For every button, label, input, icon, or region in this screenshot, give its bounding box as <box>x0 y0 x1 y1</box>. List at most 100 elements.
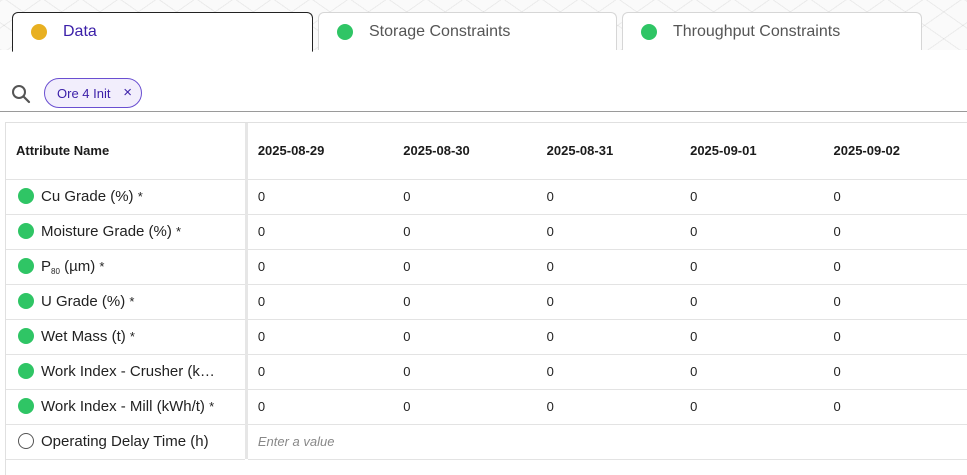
attribute-data-grid: Attribute Name 2025-08-29 2025-08-30 202… <box>5 122 967 475</box>
value-cell[interactable]: 0 <box>247 319 394 355</box>
value-cell[interactable]: 0 <box>393 319 537 355</box>
column-header-date[interactable]: 2025-08-29 <box>247 123 394 180</box>
attribute-name: Work Index - Crusher (k… <box>41 363 215 380</box>
value-cell[interactable]: 0 <box>536 249 681 285</box>
value-cell[interactable]: 0 <box>536 319 681 355</box>
value-cell[interactable]: 0 <box>247 179 394 215</box>
value-cell[interactable]: 0 <box>247 214 394 250</box>
status-empty-circle-icon <box>18 433 34 449</box>
attribute-name: U Grade (%) <box>41 293 126 310</box>
attribute-name: Work Index - Mill (kWh/t) <box>41 398 205 415</box>
tab-data[interactable]: Data <box>12 12 313 52</box>
value-cell[interactable]: 0 <box>680 249 824 285</box>
value-cell[interactable]: 0 <box>823 214 967 250</box>
required-marker: * <box>209 399 215 414</box>
value-cell[interactable]: 0 <box>680 319 824 355</box>
required-marker: * <box>137 189 143 204</box>
table-row: Work Index - Mill (kWh/t) * 0 0 0 0 0 <box>6 389 967 425</box>
value-cell[interactable] <box>536 424 681 460</box>
status-check-icon <box>18 223 34 239</box>
value-cell[interactable]: 0 <box>247 354 394 390</box>
value-cell[interactable]: 0 <box>823 249 967 285</box>
value-cell[interactable] <box>823 424 967 460</box>
tab-storage-constraints[interactable]: Storage Constraints <box>318 12 617 50</box>
value-cell[interactable]: 0 <box>536 284 681 320</box>
attribute-name: Wet Mass (t) <box>41 328 126 345</box>
column-header-date[interactable]: 2025-09-02 <box>823 123 967 180</box>
attribute-unit: (µm) <box>59 257 96 275</box>
value-cell[interactable]: 0 <box>393 354 537 390</box>
status-dot-icon <box>31 24 47 40</box>
value-cell[interactable]: 0 <box>680 284 824 320</box>
status-check-icon <box>18 363 34 379</box>
value-cell[interactable]: 0 <box>247 249 394 285</box>
column-header-date[interactable]: 2025-09-01 <box>680 123 824 180</box>
value-cell[interactable]: 0 <box>247 284 394 320</box>
tab-label: Throughput Constraints <box>673 22 841 40</box>
filter-chip[interactable]: Ore 4 Init × <box>44 78 142 108</box>
attribute-name-cell: Moisture Grade (%) * <box>6 214 246 250</box>
status-check-icon <box>18 328 34 344</box>
value-cell[interactable]: 0 <box>393 284 537 320</box>
value-cell[interactable]: 0 <box>680 214 824 250</box>
value-cell[interactable]: 0 <box>393 214 537 250</box>
value-input-placeholder[interactable]: Enter a value <box>247 424 394 460</box>
value-cell[interactable]: 0 <box>393 389 537 425</box>
tab-label: Data <box>63 23 97 40</box>
tab-label: Storage Constraints <box>369 22 511 40</box>
filter-bar: Ore 4 Init × <box>0 76 967 112</box>
attribute-name-cell: Work Index - Mill (kWh/t) * <box>6 389 246 425</box>
value-cell[interactable] <box>680 424 824 460</box>
attribute-name: P <box>41 257 52 275</box>
table-row: Work Index - Crusher (k… 0 0 0 0 0 <box>6 354 967 390</box>
table-row: U Grade (%) * 0 0 0 0 0 <box>6 284 967 320</box>
table-header-row: Attribute Name 2025-08-29 2025-08-30 202… <box>6 123 967 180</box>
table-row: Moisture Grade (%) * 0 0 0 0 0 <box>6 214 967 250</box>
required-marker: * <box>176 224 182 239</box>
attribute-name-cell: Cu Grade (%) * <box>6 179 246 215</box>
status-check-icon <box>18 293 34 309</box>
close-icon[interactable]: × <box>123 84 132 101</box>
attribute-subscript: 80 <box>51 266 60 276</box>
attribute-name: Moisture Grade (%) <box>41 223 172 240</box>
tab-bar: Data Storage Constraints Throughput Cons… <box>12 12 922 52</box>
value-cell[interactable]: 0 <box>680 179 824 215</box>
value-cell[interactable]: 0 <box>680 354 824 390</box>
value-cell[interactable]: 0 <box>536 179 681 215</box>
column-header-date[interactable]: 2025-08-31 <box>536 123 681 180</box>
tab-throughput-constraints[interactable]: Throughput Constraints <box>622 12 922 50</box>
filter-chip-label: Ore 4 Init <box>57 85 111 101</box>
value-cell[interactable]: 0 <box>393 179 537 215</box>
status-dot-icon <box>337 23 353 40</box>
value-cell[interactable]: 0 <box>536 354 681 390</box>
attribute-name-cell: Work Index - Crusher (k… <box>6 354 246 390</box>
status-check-icon <box>18 257 34 274</box>
value-cell[interactable]: 0 <box>823 389 967 425</box>
value-cell[interactable]: 0 <box>536 214 681 250</box>
column-header-attribute-name[interactable]: Attribute Name <box>6 123 246 180</box>
required-marker: * <box>99 258 105 274</box>
value-cell[interactable]: 0 <box>823 354 967 390</box>
status-dot-icon <box>641 23 657 40</box>
value-cell[interactable] <box>393 424 537 460</box>
column-header-date[interactable]: 2025-08-30 <box>393 123 537 180</box>
value-cell[interactable]: 0 <box>680 389 824 425</box>
table-row: P80 (µm) * 0 0 0 0 0 <box>6 249 967 285</box>
value-cell[interactable]: 0 <box>823 179 967 215</box>
value-cell[interactable]: 0 <box>247 389 394 425</box>
required-marker: * <box>129 294 135 309</box>
table-row: Operating Delay Time (h) Enter a value <box>6 424 967 460</box>
value-cell[interactable]: 0 <box>536 389 681 425</box>
value-cell[interactable]: 0 <box>823 319 967 355</box>
required-marker: * <box>129 329 135 344</box>
attribute-name-cell: Wet Mass (t) * <box>6 319 246 355</box>
attribute-name: Cu Grade (%) <box>41 188 134 205</box>
search-icon[interactable] <box>10 83 32 105</box>
attribute-name-cell: U Grade (%) * <box>6 284 246 320</box>
attribute-name-cell: Operating Delay Time (h) <box>6 424 246 460</box>
attribute-name-cell: P80 (µm) * <box>6 249 246 285</box>
status-check-icon <box>18 398 34 414</box>
table-row: Wet Mass (t) * 0 0 0 0 0 <box>6 319 967 355</box>
value-cell[interactable]: 0 <box>823 284 967 320</box>
value-cell[interactable]: 0 <box>393 249 537 285</box>
